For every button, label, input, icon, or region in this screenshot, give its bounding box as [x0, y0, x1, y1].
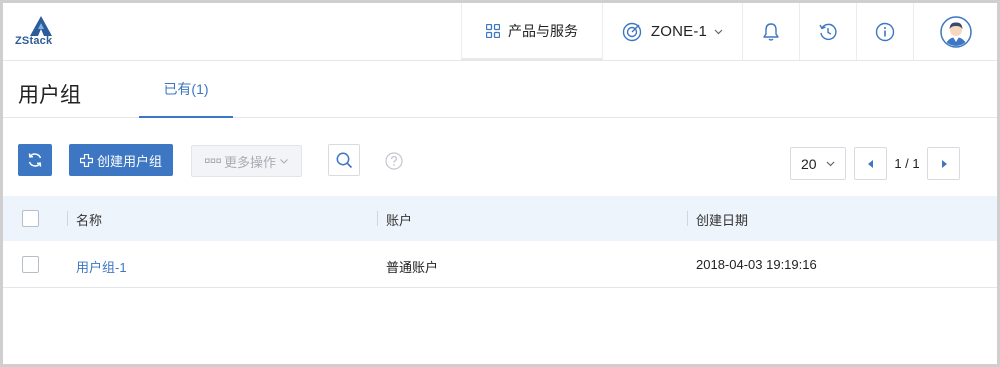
chevron-down-icon [714, 29, 723, 34]
bell-icon [763, 22, 779, 41]
account-cell: 普通账户 [386, 260, 439, 275]
row-checkbox[interactable] [22, 256, 39, 273]
column-header-created[interactable]: 创建日期 [696, 210, 748, 229]
zone-label: ZONE-1 [650, 23, 708, 40]
prev-page-button[interactable] [854, 147, 887, 180]
chevron-down-icon [826, 161, 835, 167]
page-size-value: 20 [801, 155, 817, 172]
logo-text: ZStack [15, 35, 53, 47]
caret-left-icon [867, 159, 873, 168]
products-and-services-menu[interactable]: 产品与服务 [461, 3, 602, 60]
operation-history-button[interactable] [799, 3, 856, 60]
logo-mark-icon [30, 16, 52, 36]
avatar [939, 15, 972, 48]
page-title: 用户组 [18, 84, 81, 107]
next-page-button[interactable] [927, 147, 960, 180]
refresh-button[interactable] [18, 144, 52, 176]
zone-target-icon [622, 22, 642, 41]
create-button-label: 创建用户组 [96, 153, 162, 169]
column-divider [67, 211, 68, 226]
search-button[interactable] [328, 144, 360, 176]
chevron-down-icon [280, 158, 288, 164]
tab-existing[interactable]: 已有(1) [139, 61, 233, 118]
column-divider [687, 211, 688, 226]
more-actions-button[interactable]: 更多操作 [191, 145, 302, 177]
page-info: 1 / 1 [894, 156, 920, 171]
dots-icon [204, 158, 221, 163]
notifications-button[interactable] [742, 3, 799, 60]
column-header-name[interactable]: 名称 [76, 210, 102, 229]
more-actions-label: 更多操作 [223, 154, 276, 170]
help-button[interactable] [385, 152, 403, 170]
grid-icon [486, 23, 500, 38]
caret-right-icon [941, 159, 947, 168]
app-window: ZStack 产品与服务 ZONE-1 用户组 已有(1) 创建用户组 更多操作… [0, 0, 1000, 367]
info-icon [875, 22, 895, 41]
search-icon [336, 152, 352, 168]
table-row: 用户组-1 普通账户 2018-04-03 19:19:16 [3, 241, 997, 288]
create-user-group-button[interactable]: 创建用户组 [69, 144, 173, 176]
refresh-icon [28, 153, 42, 167]
products-label: 产品与服务 [508, 22, 578, 39]
plus-icon [79, 153, 93, 167]
user-group-name-link[interactable]: 用户组-1 [76, 257, 127, 276]
history-icon [819, 23, 837, 40]
page-size-select[interactable]: 20 [790, 147, 846, 180]
created-date-cell: 2018-04-03 19:19:16 [696, 257, 817, 272]
question-icon [385, 152, 403, 170]
about-button[interactable] [856, 3, 913, 60]
zone-selector[interactable]: ZONE-1 [602, 3, 742, 60]
column-header-account[interactable]: 账户 [386, 210, 412, 229]
user-avatar-menu[interactable] [913, 3, 997, 60]
page-header: 用户组 已有(1) [3, 61, 997, 118]
top-navbar: ZStack 产品与服务 ZONE-1 [3, 3, 997, 61]
column-divider [377, 211, 378, 226]
select-all-checkbox[interactable] [22, 210, 39, 227]
table-header: 名称 账户 创建日期 [3, 196, 997, 241]
